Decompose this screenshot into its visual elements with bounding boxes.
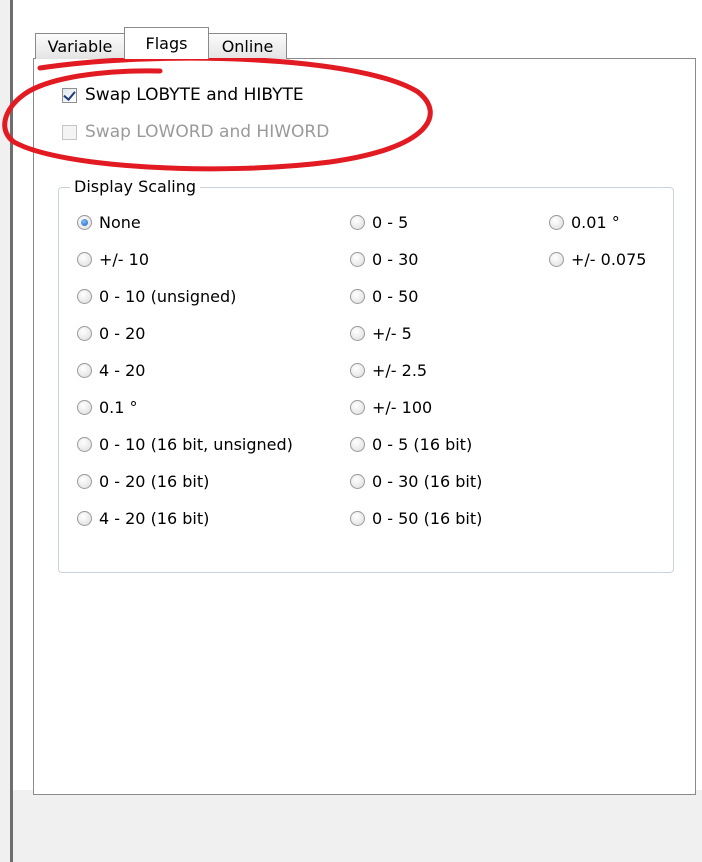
scaling-option-label: +/- 10 <box>99 250 150 269</box>
tab-variable[interactable]: Variable <box>35 33 125 59</box>
scaling-option[interactable]: 0.01 ° <box>549 213 620 232</box>
radio-icon[interactable] <box>350 252 365 267</box>
scaling-option[interactable]: 0 - 20 <box>77 324 145 343</box>
swap-lobyte-hibyte-label: Swap LOBYTE and HIBYTE <box>85 85 304 105</box>
scaling-option-label: 0 - 5 (16 bit) <box>372 435 473 454</box>
tab-online[interactable]: Online <box>208 33 287 59</box>
radio-icon[interactable] <box>350 474 365 489</box>
swap-loword-hiword-checkbox: Swap LOWORD and HIWORD <box>62 122 329 142</box>
radio-icon[interactable] <box>77 252 92 267</box>
radio-icon[interactable] <box>350 326 365 341</box>
scaling-option-label: 4 - 20 (16 bit) <box>99 509 210 528</box>
scaling-option[interactable]: 0.1 ° <box>77 398 138 417</box>
scaling-option-label: +/- 2.5 <box>372 361 428 380</box>
radio-selected-icon[interactable] <box>77 215 92 230</box>
scaling-option[interactable]: 0 - 10 (16 bit, unsigned) <box>77 435 293 454</box>
scaling-option[interactable]: 0 - 5 <box>350 213 408 232</box>
radio-icon[interactable] <box>77 289 92 304</box>
scaling-option-label: 0.01 ° <box>571 213 620 232</box>
scaling-option[interactable]: +/- 0.075 <box>549 250 646 269</box>
checkbox-disabled-icon <box>62 124 77 140</box>
scaling-option-label: +/- 0.075 <box>571 250 647 269</box>
scaling-option[interactable]: None <box>77 213 141 232</box>
scaling-option-label: 0.1 ° <box>99 398 138 417</box>
checkbox-checked-icon[interactable] <box>62 87 77 103</box>
scaling-option-label: 0 - 5 <box>372 213 409 232</box>
scaling-option[interactable]: 0 - 30 <box>350 250 418 269</box>
scaling-option[interactable]: +/- 100 <box>350 398 432 417</box>
scaling-option-label: +/- 5 <box>372 324 412 343</box>
radio-icon[interactable] <box>77 363 92 378</box>
radio-icon[interactable] <box>350 437 365 452</box>
scaling-option[interactable]: +/- 10 <box>77 250 149 269</box>
scaling-option-label: 0 - 20 (16 bit) <box>99 472 210 491</box>
scaling-option-label: 0 - 10 (unsigned) <box>99 287 237 306</box>
radio-icon[interactable] <box>549 252 564 267</box>
scaling-option[interactable]: 0 - 30 (16 bit) <box>350 472 482 491</box>
scaling-option-label: 4 - 20 <box>99 361 146 380</box>
scaling-option-label: 0 - 50 <box>372 287 419 306</box>
scaling-option[interactable]: 4 - 20 (16 bit) <box>77 509 209 528</box>
scaling-option-label: 0 - 20 <box>99 324 146 343</box>
radio-icon[interactable] <box>549 215 564 230</box>
scaling-option[interactable]: 0 - 5 (16 bit) <box>350 435 472 454</box>
scaling-option[interactable]: +/- 2.5 <box>350 361 427 380</box>
swap-loword-hiword-label: Swap LOWORD and HIWORD <box>85 122 330 142</box>
radio-icon[interactable] <box>77 400 92 415</box>
radio-icon[interactable] <box>350 511 365 526</box>
radio-icon[interactable] <box>350 215 365 230</box>
scaling-option[interactable]: 4 - 20 <box>77 361 145 380</box>
scaling-option-label: +/- 100 <box>372 398 433 417</box>
radio-icon[interactable] <box>77 474 92 489</box>
scaling-option[interactable]: 0 - 50 <box>350 287 418 306</box>
radio-icon[interactable] <box>350 363 365 378</box>
scaling-option-label: 0 - 30 (16 bit) <box>372 472 483 491</box>
scaling-option[interactable]: +/- 5 <box>350 324 412 343</box>
swap-lobyte-hibyte-checkbox[interactable]: Swap LOBYTE and HIBYTE <box>62 85 304 105</box>
scaling-option-label: 0 - 30 <box>372 250 419 269</box>
tab-flags[interactable]: Flags <box>124 27 209 59</box>
scaling-option-label: 0 - 10 (16 bit, unsigned) <box>99 435 293 454</box>
scaling-option-label: None <box>99 213 141 232</box>
scaling-option-label: 0 - 50 (16 bit) <box>372 509 483 528</box>
radio-icon[interactable] <box>77 326 92 341</box>
radio-icon[interactable] <box>77 437 92 452</box>
radio-icon[interactable] <box>77 511 92 526</box>
scaling-option[interactable]: 0 - 50 (16 bit) <box>350 509 482 528</box>
pane-footer <box>13 790 702 862</box>
display-scaling-title: Display Scaling <box>70 178 201 196</box>
radio-icon[interactable] <box>350 289 365 304</box>
radio-icon[interactable] <box>350 400 365 415</box>
scaling-option[interactable]: 0 - 20 (16 bit) <box>77 472 209 491</box>
scaling-option[interactable]: 0 - 10 (unsigned) <box>77 287 236 306</box>
